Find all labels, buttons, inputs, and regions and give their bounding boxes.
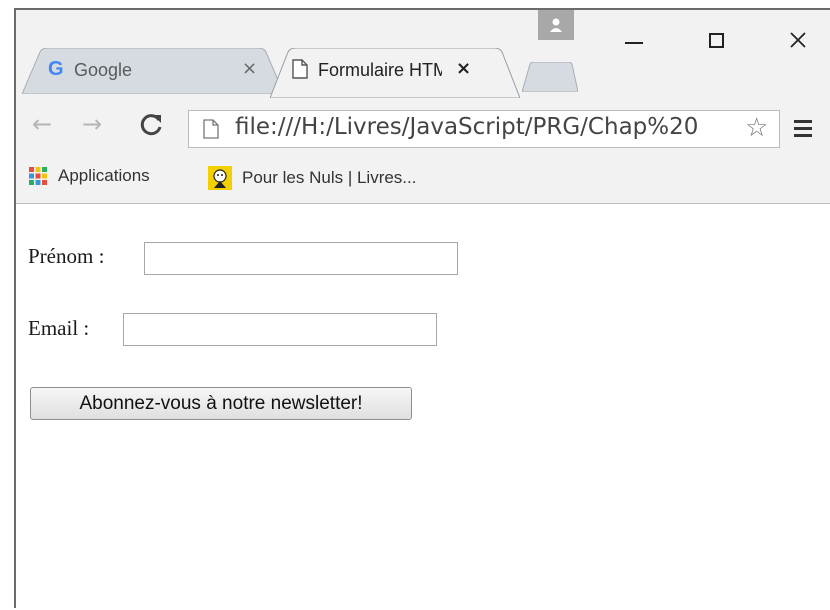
reload-button[interactable] bbox=[138, 112, 164, 142]
document-icon bbox=[292, 59, 308, 83]
tab-formulaire[interactable]: Formulaire HTML × bbox=[270, 48, 520, 98]
tab-formulaire-title: Formulaire HTML bbox=[318, 60, 442, 80]
close-icon bbox=[790, 32, 806, 48]
maximize-icon bbox=[708, 32, 724, 48]
bookmark-applications-label: Applications bbox=[58, 166, 150, 185]
new-tab-button[interactable] bbox=[521, 61, 579, 93]
bookmark-applications[interactable]: Applications bbox=[28, 166, 150, 186]
google-g-icon: G bbox=[48, 58, 64, 80]
menu-button[interactable] bbox=[792, 118, 814, 142]
tab-google[interactable]: G Google × bbox=[22, 48, 284, 94]
maximize-button[interactable] bbox=[696, 20, 736, 60]
tab-strip: G Google × Formulaire HTML × bbox=[16, 10, 830, 102]
apps-grid-icon bbox=[29, 167, 47, 185]
email-input[interactable] bbox=[123, 313, 437, 346]
prenom-label: Prénom : bbox=[28, 244, 105, 268]
profile-avatar-icon[interactable] bbox=[538, 10, 574, 40]
tab-formulaire-close-icon[interactable]: × bbox=[456, 58, 471, 79]
address-bar[interactable]: file:///H:/Livres/JavaScript/PRG/Chap%20… bbox=[188, 110, 780, 148]
forward-button[interactable]: → bbox=[82, 110, 102, 138]
prenom-input[interactable] bbox=[144, 242, 458, 275]
close-window-button[interactable] bbox=[778, 20, 818, 60]
address-url: file:///H:/Livres/JavaScript/PRG/Chap%20 bbox=[235, 114, 699, 140]
subscribe-button[interactable]: Abonnez-vous à notre newsletter! bbox=[30, 387, 412, 420]
hamburger-icon bbox=[794, 120, 812, 137]
tab-google-title: Google bbox=[74, 60, 133, 80]
page-content: Prénom : Email : Abonnez-vous à notre ne… bbox=[16, 204, 830, 610]
back-button[interactable]: ← bbox=[32, 110, 52, 138]
minimize-icon bbox=[625, 42, 643, 44]
reload-icon bbox=[140, 114, 162, 136]
email-label: Email : bbox=[28, 316, 90, 340]
minimize-button[interactable] bbox=[614, 20, 654, 60]
bookmark-pour-les-nuls-label: Pour les Nuls | Livres... bbox=[242, 168, 417, 187]
tab-google-close-icon[interactable]: × bbox=[242, 58, 257, 79]
page-icon bbox=[203, 119, 219, 143]
browser-window: G Google × Formulaire HTML × bbox=[14, 8, 830, 610]
bookmark-star-icon[interactable]: ☆ bbox=[745, 113, 768, 143]
dummies-icon bbox=[208, 166, 232, 190]
bookmark-pour-les-nuls[interactable]: Pour les Nuls | Livres... bbox=[208, 166, 416, 190]
